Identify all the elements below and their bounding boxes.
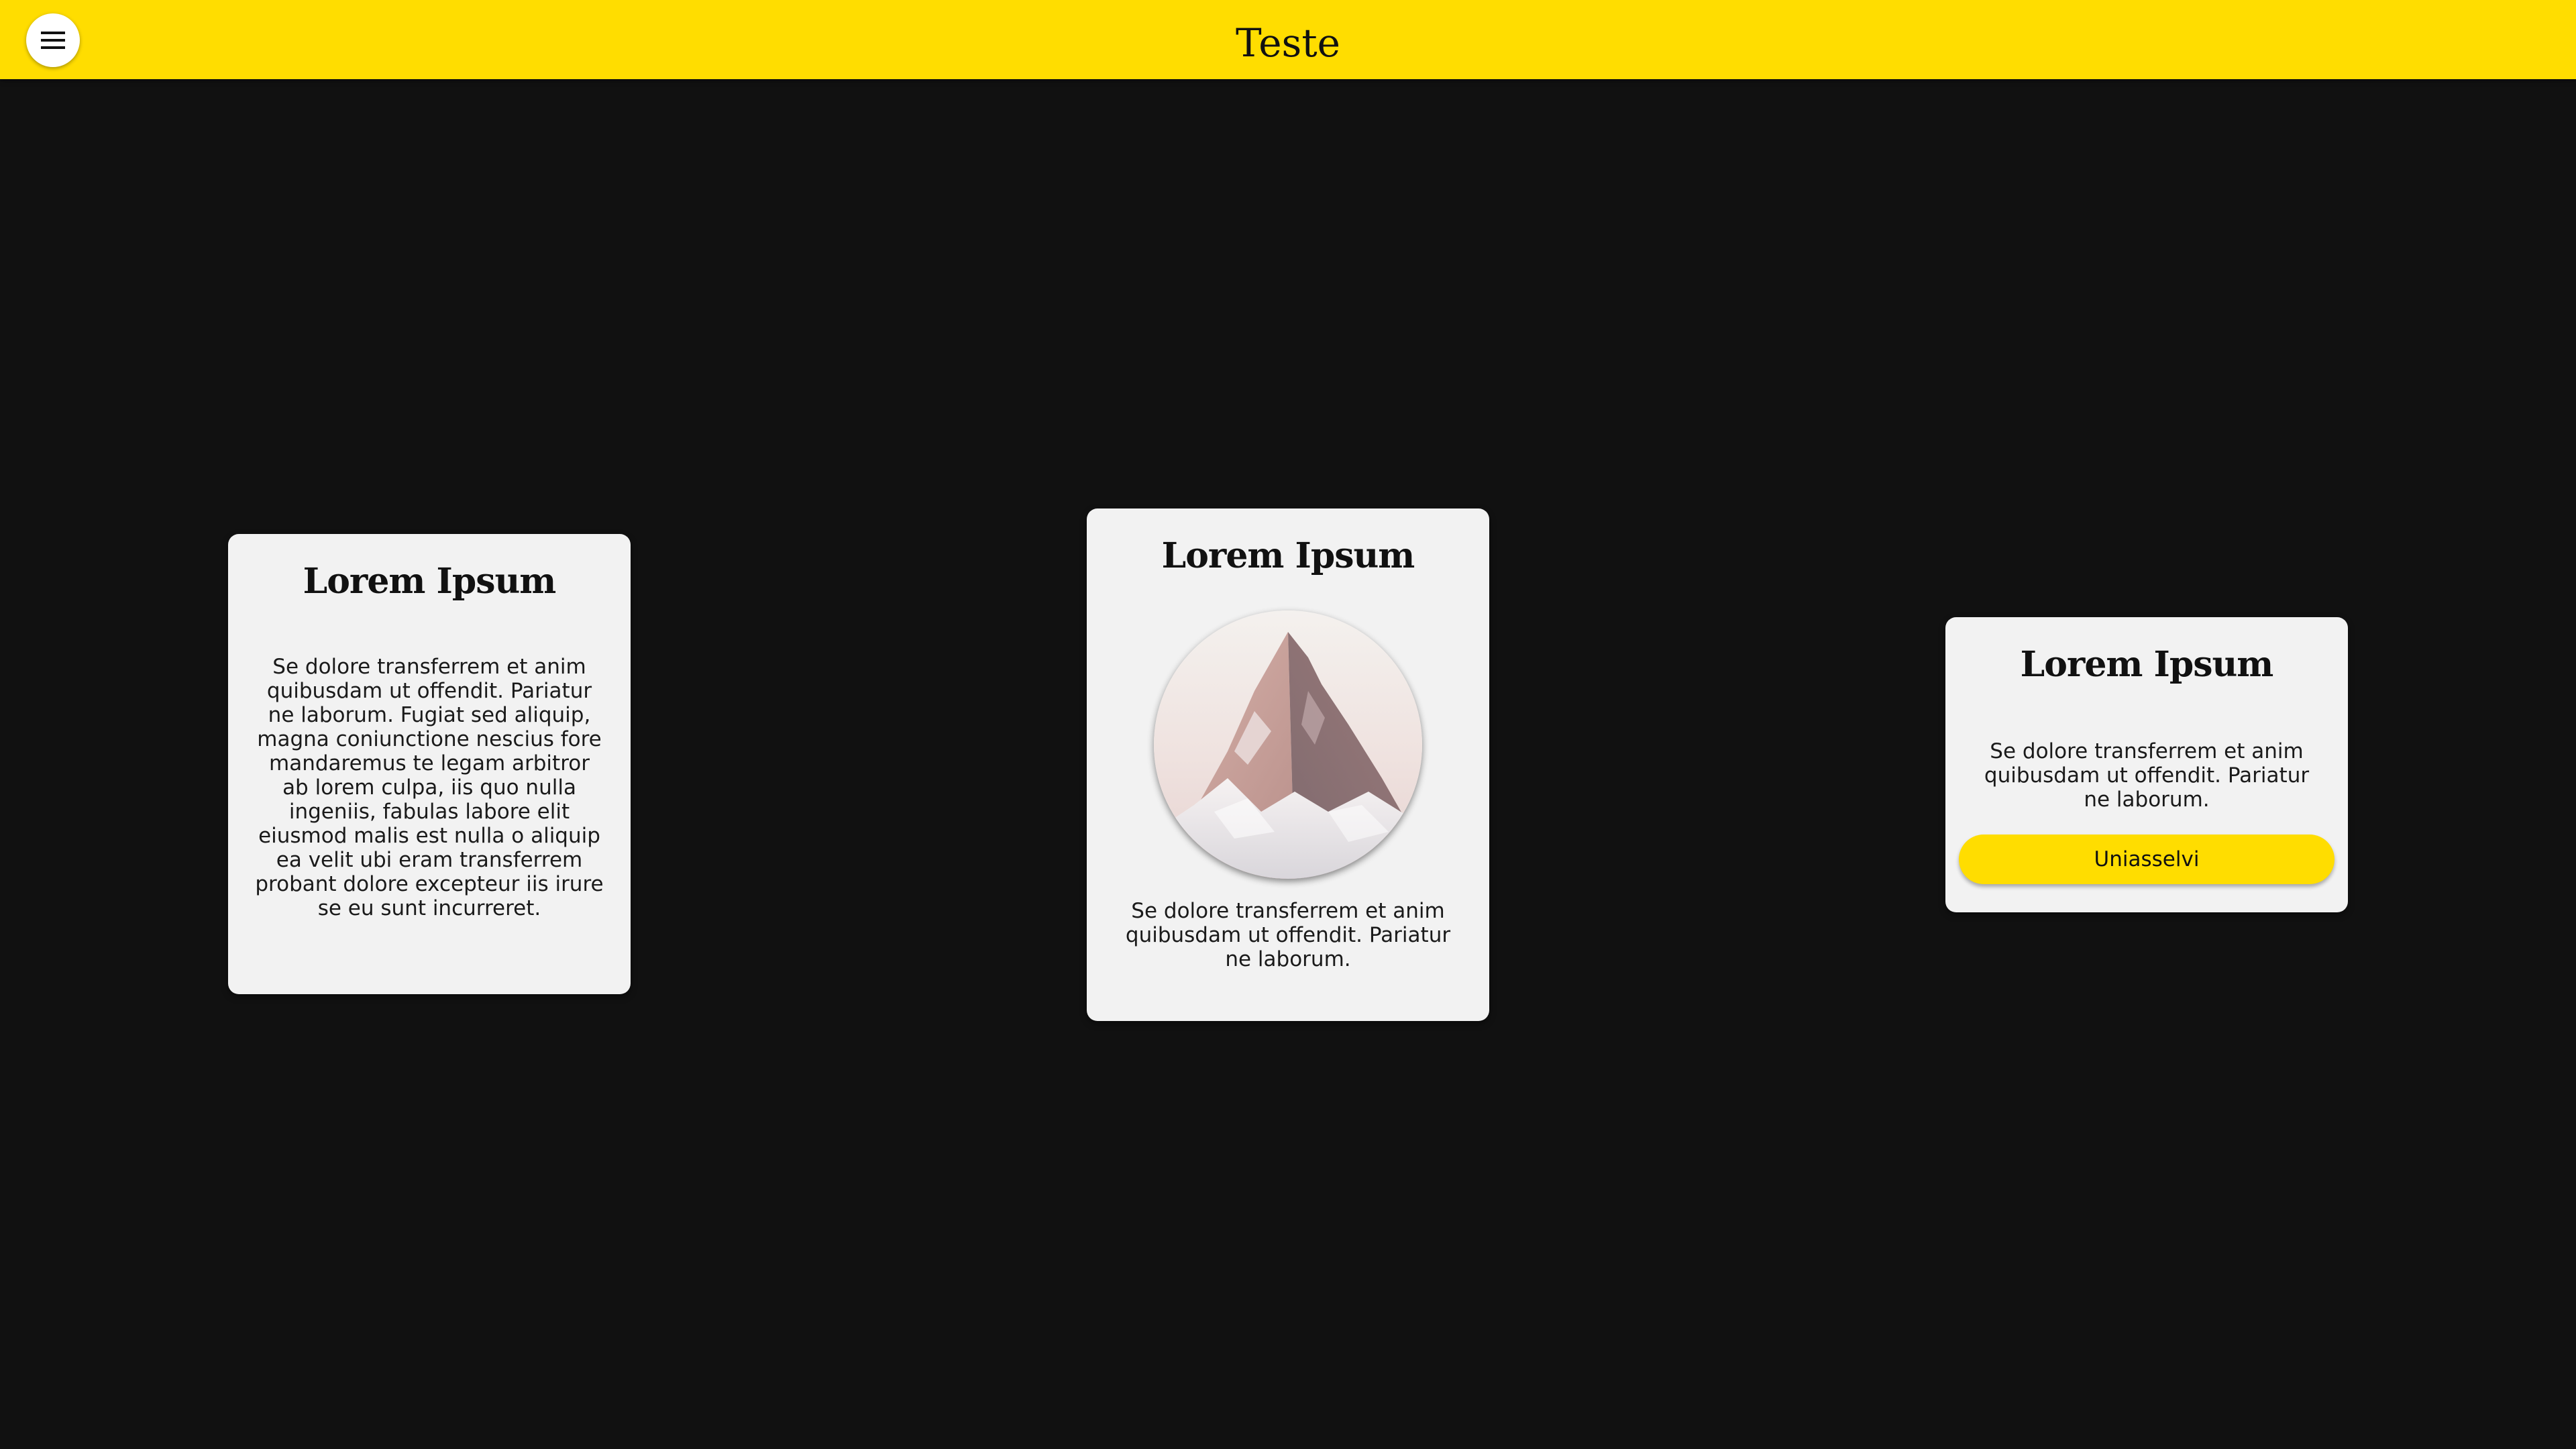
card-body-text: Se dolore transferrem et anim quibusdam … bbox=[1984, 739, 2310, 812]
card-title: Lorem Ipsum bbox=[1161, 535, 1415, 576]
mountain-image bbox=[1154, 610, 1422, 879]
card-body-text: Se dolore transferrem et anim quibusdam … bbox=[1125, 899, 1451, 971]
image-card: Lorem Ipsum Se dolore transferrem et ani… bbox=[1087, 508, 1489, 1021]
top-app-bar: Teste bbox=[0, 0, 2576, 79]
card-body-text: Se dolore transferrem et anim quibusdam … bbox=[255, 655, 604, 920]
uniasselvi-button[interactable]: Uniasselvi bbox=[1959, 835, 2334, 884]
card-title: Lorem Ipsum bbox=[303, 561, 557, 602]
card-title: Lorem Ipsum bbox=[2020, 644, 2274, 685]
text-card: Lorem Ipsum Se dolore transferrem et ani… bbox=[228, 534, 631, 994]
button-card: Lorem Ipsum Se dolore transferrem et ani… bbox=[1945, 617, 2348, 912]
app-title: Teste bbox=[1236, 20, 1340, 66]
